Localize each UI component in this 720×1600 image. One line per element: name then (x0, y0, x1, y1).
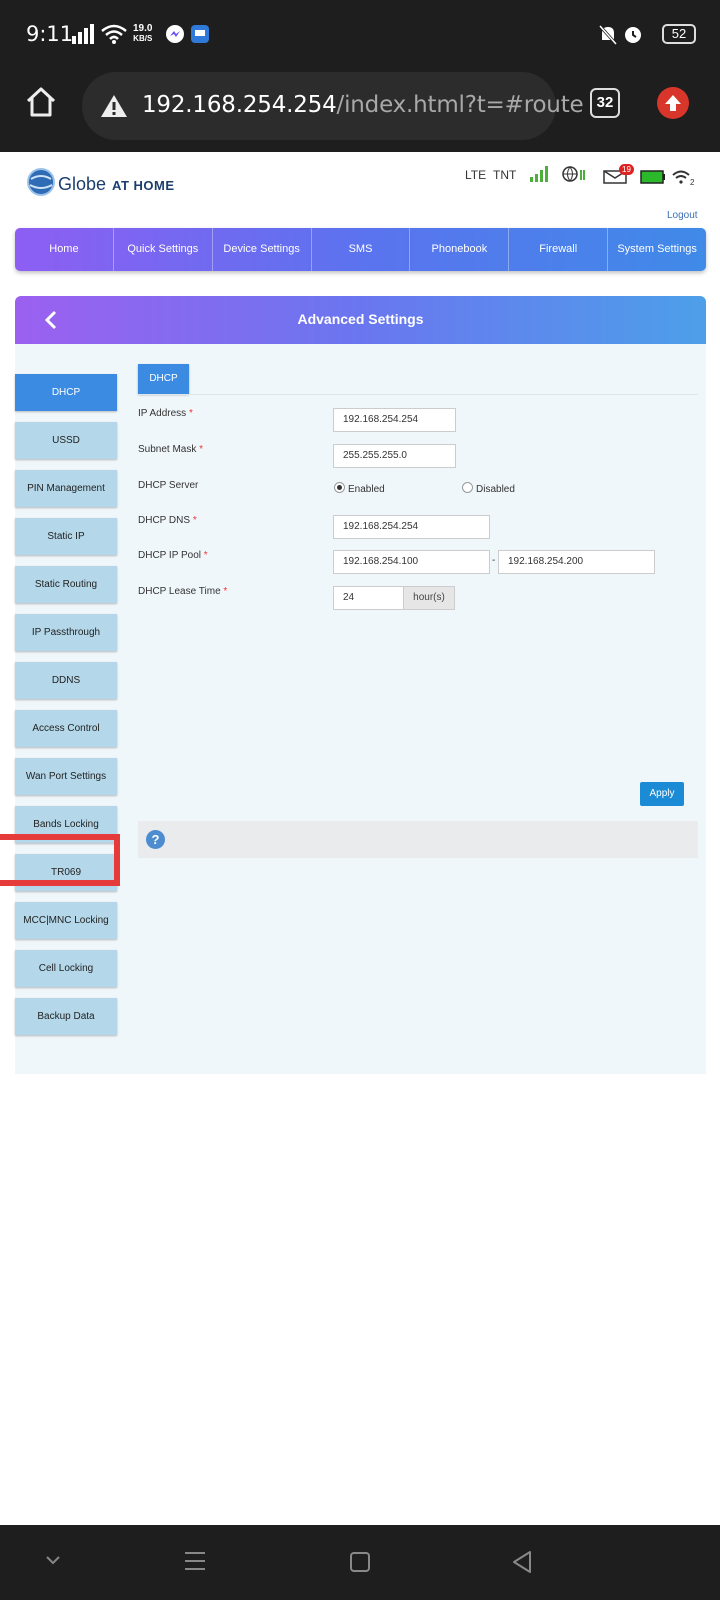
required-mark: * (203, 550, 208, 561)
nav-home[interactable]: Home (15, 228, 114, 271)
nav-phonebook[interactable]: Phonebook (410, 228, 510, 271)
mute-icon (598, 25, 618, 45)
back-icon[interactable] (510, 1549, 534, 1575)
chevron-down-icon[interactable] (44, 1553, 62, 1567)
arrow-up-icon (665, 95, 681, 111)
lease-time-label-text: DHCP Lease Time (138, 586, 221, 597)
system-navigation-bar (0, 1525, 720, 1600)
nav-system-settings[interactable]: System Settings (608, 228, 706, 271)
brand-logo: Globe AT HOME (58, 174, 175, 195)
network-type: LTE (465, 168, 487, 182)
internet-globe-icon (562, 166, 585, 182)
ip-pool-start-input[interactable]: 192.168.254.100 (333, 550, 490, 574)
ip-pool-end-input[interactable]: 192.168.254.200 (498, 550, 655, 574)
help-bar: ? (138, 821, 698, 858)
router-page: Globe AT HOME LTE TNT 19 2 Logout Home Qu… (0, 152, 720, 1525)
logout-link[interactable]: Logout (667, 210, 698, 221)
ip-pool-label-text: DHCP IP Pool (138, 550, 201, 561)
speed-unit: KB/S (133, 34, 153, 43)
address-bar[interactable]: 192.168.254.254/index.html?t=#route (82, 72, 584, 140)
panel-header: Advanced Settings (15, 296, 706, 344)
subnet-mask-input[interactable]: 255.255.255.0 (333, 444, 456, 468)
brand-name: Globe (58, 174, 107, 194)
subnet-mask-label: Subnet Mask * (138, 444, 203, 455)
ip-pool-label: DHCP IP Pool * (138, 550, 208, 561)
required-mark: * (223, 586, 228, 597)
battery-indicator: 52 (662, 24, 696, 44)
ip-address-label: IP Address * (138, 408, 193, 419)
signal-strength-icon (530, 166, 548, 182)
speed-value: 19.0 (133, 23, 153, 34)
nav-sms[interactable]: SMS (312, 228, 411, 271)
brand-suffix: AT HOME (112, 178, 175, 193)
network-speed: 19.0 KB/S (133, 24, 152, 44)
tab-switcher-button[interactable]: 32 (590, 88, 620, 118)
ip-address-label-text: IP Address (138, 408, 187, 419)
required-mark: * (199, 444, 204, 455)
wifi-status-icon (672, 170, 690, 184)
sidebar-item-static-ip[interactable]: Static IP (15, 518, 117, 555)
panel-title: Advanced Settings (297, 311, 424, 327)
main-navigation: Home Quick Settings Device Settings SMS … (15, 228, 706, 271)
home-button-icon[interactable] (348, 1550, 372, 1574)
dhcp-server-enabled-label: Enabled (348, 484, 385, 495)
warning-icon[interactable] (100, 94, 128, 118)
wifi-icon (101, 24, 127, 44)
update-button[interactable] (657, 87, 689, 119)
alarm-icon (625, 27, 641, 43)
sidebar-item-ussd[interactable]: USSD (15, 422, 117, 459)
wifi-clients-count: 2 (690, 178, 695, 187)
lease-time-input[interactable]: 24 (333, 586, 404, 610)
nav-device-settings[interactable]: Device Settings (213, 228, 312, 271)
sidebar-item-ddns[interactable]: DDNS (15, 662, 117, 699)
dhcp-dns-input[interactable]: 192.168.254.254 (333, 515, 490, 539)
lease-time-unit: hour(s) (403, 586, 455, 610)
status-bar: 9:11 19.0 KB/S 52 (0, 0, 720, 68)
required-mark: * (188, 408, 193, 419)
ip-address-input[interactable]: 192.168.254.254 (333, 408, 456, 432)
messenger-icon (166, 25, 184, 43)
dhcp-dns-label: DHCP DNS * (138, 515, 197, 526)
dhcp-dns-label-text: DHCP DNS (138, 515, 191, 526)
help-icon[interactable]: ? (146, 830, 165, 849)
tab-divider (138, 394, 698, 395)
dhcp-server-label: DHCP Server (138, 480, 199, 491)
app-notification-icon (191, 25, 209, 43)
sidebar-item-wan-port-settings[interactable]: Wan Port Settings (15, 758, 117, 795)
sidebar-item-dhcp[interactable]: DHCP (15, 374, 117, 411)
url-path: /index.html?t=#route (336, 92, 584, 118)
home-icon[interactable] (24, 86, 58, 118)
sidebar-item-cell-locking[interactable]: Cell Locking (15, 950, 117, 987)
highlight-annotation (0, 834, 120, 886)
dhcp-server-disabled-radio[interactable] (462, 482, 473, 493)
dhcp-server-enabled-radio[interactable] (334, 482, 345, 493)
browser-toolbar: 192.168.254.254/index.html?t=#route 32 (0, 68, 720, 152)
url-text[interactable]: 192.168.254.254/index.html?t=#route (142, 92, 584, 118)
subnet-mask-label-text: Subnet Mask (138, 444, 197, 455)
sidebar-item-ip-passthrough[interactable]: IP Passthrough (15, 614, 117, 651)
clock: 9:11 (26, 22, 74, 46)
nav-firewall[interactable]: Firewall (509, 228, 609, 271)
sidebar-item-backup-data[interactable]: Backup Data (15, 998, 117, 1035)
sms-count-badge: 19 (619, 164, 634, 175)
required-mark: * (192, 515, 197, 526)
dhcp-server-disabled-label: Disabled (476, 484, 515, 495)
carrier-name: TNT (493, 168, 517, 182)
battery-icon (640, 170, 665, 184)
ip-pool-separator: - (492, 555, 496, 566)
sidebar-item-static-routing[interactable]: Static Routing (15, 566, 117, 603)
nav-quick-settings[interactable]: Quick Settings (114, 228, 213, 271)
globe-logo-icon (27, 168, 55, 196)
sidebar-item-access-control[interactable]: Access Control (15, 710, 117, 747)
menu-icon[interactable] (183, 1550, 207, 1572)
signal-icon (72, 24, 94, 44)
lease-time-label: DHCP Lease Time * (138, 586, 227, 597)
sidebar-item-pin-management[interactable]: PIN Management (15, 470, 117, 507)
tab-dhcp[interactable]: DHCP (138, 364, 189, 394)
apply-button[interactable]: Apply (640, 782, 684, 806)
url-host: 192.168.254.254 (142, 92, 337, 118)
sidebar-item-mcc-mnc-locking[interactable]: MCC|MNC Locking (15, 902, 117, 939)
